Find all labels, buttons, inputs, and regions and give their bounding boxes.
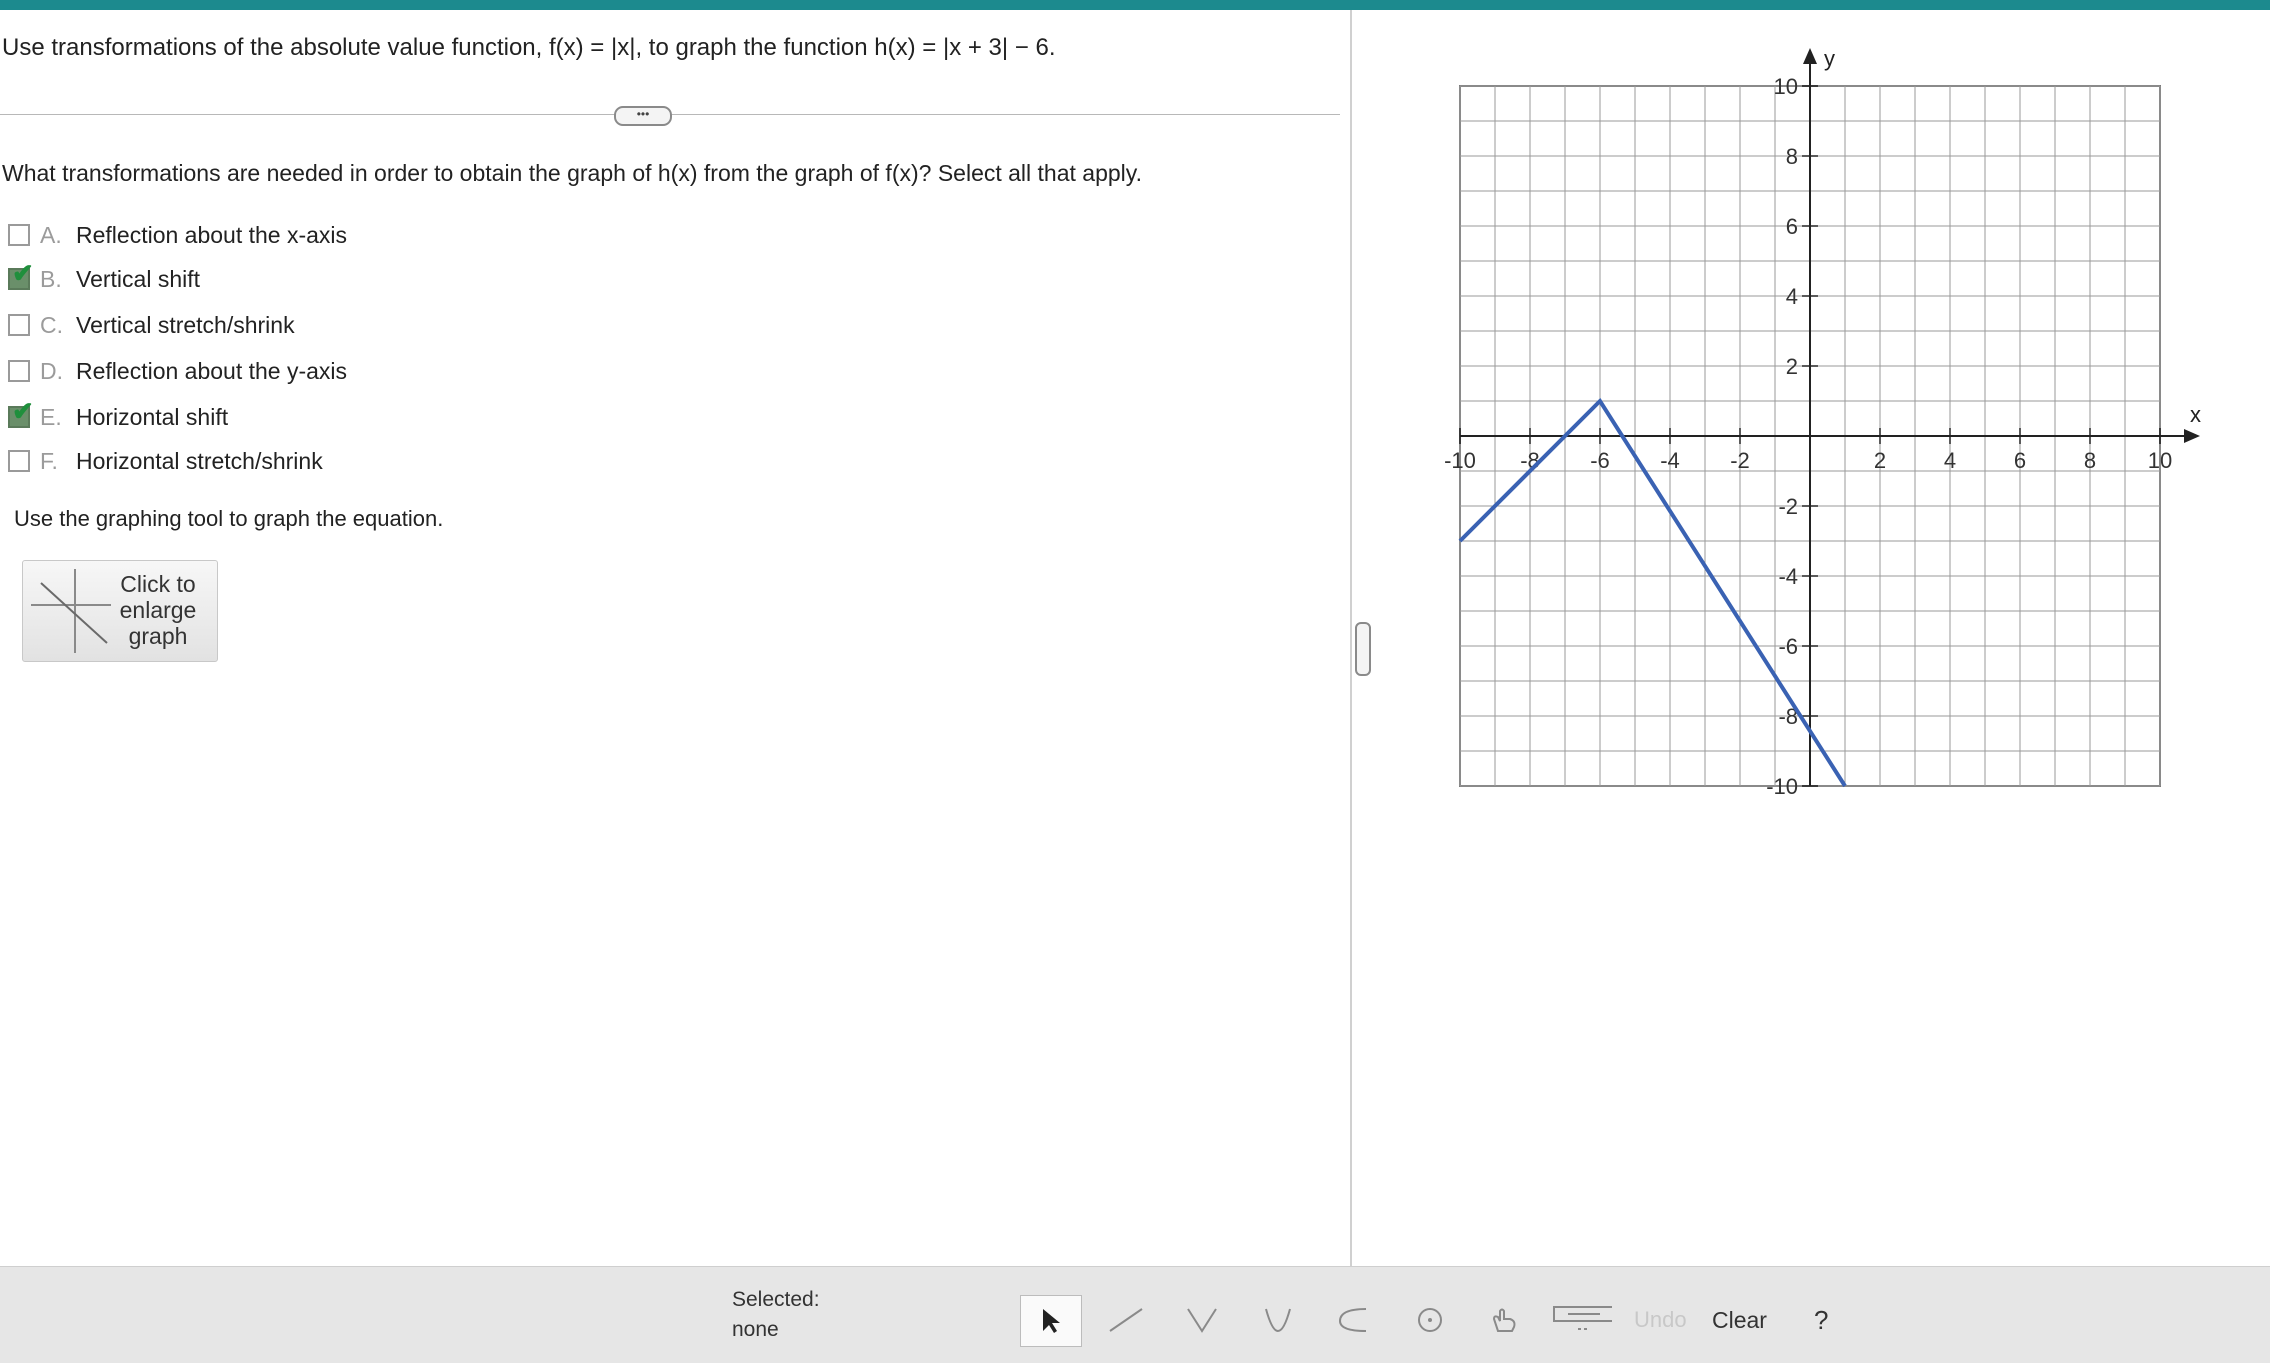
option-c[interactable]: C. Vertical stretch/shrink [8, 308, 295, 342]
option-label: Vertical stretch/shrink [76, 311, 295, 338]
option-b[interactable]: ✔ B. Vertical shift [8, 260, 200, 296]
y-tick-label: 10 [1774, 74, 1798, 99]
coordinate-graph[interactable]: xy-10 -8 -6 -4 -2 2 4 6 8 10108642-2-4-6-8-10 [1420, 40, 2240, 840]
option-label: Horizontal shift [76, 403, 229, 430]
x-tick-label: 6 [2014, 448, 2026, 473]
graphing-toolbar: Selected: none Undo Clear ? [0, 1266, 2270, 1363]
tools-menu-button[interactable] [1552, 1295, 1612, 1345]
undo-button[interactable]: Undo [1634, 1307, 1687, 1333]
x-tick-label: -4 [1660, 448, 1680, 473]
clear-button[interactable]: Clear [1712, 1307, 1767, 1334]
checkbox-c[interactable] [8, 314, 30, 336]
half-curve-icon [1338, 1308, 1367, 1332]
option-label: Horizontal stretch/shrink [76, 447, 323, 474]
line-icon [1109, 1308, 1143, 1332]
x-tick-label: -6 [1590, 448, 1610, 473]
mini-graph-icon [31, 569, 111, 653]
y-tick-label: 4 [1786, 284, 1798, 309]
question-text: Use transformations of the absolute valu… [2, 34, 1056, 61]
checkbox-b[interactable]: ✔ [8, 260, 34, 290]
x-tick-label: 4 [1944, 448, 1956, 473]
v-shape-icon [1187, 1308, 1217, 1333]
x-tick-label: 8 [2084, 448, 2096, 473]
x-tick-label: -10 [1444, 448, 1476, 473]
y-tick-label: 6 [1786, 214, 1798, 239]
y-axis-label: y [1824, 46, 1835, 71]
pane-resize-handle[interactable] [1355, 622, 1371, 676]
y-tick-label: 2 [1786, 354, 1798, 379]
option-label: Vertical shift [76, 265, 200, 292]
option-letter: E. [40, 403, 62, 430]
sqrt-tool[interactable] [1324, 1295, 1384, 1345]
y-tick-label: -10 [1766, 774, 1798, 799]
circle-icon [1418, 1308, 1442, 1332]
y-tick-label: -2 [1778, 494, 1798, 519]
y-tick-label: -4 [1778, 564, 1798, 589]
pointer-tool[interactable] [1020, 1295, 1082, 1347]
parabola-icon [1265, 1308, 1291, 1332]
option-letter: C. [40, 311, 63, 338]
x-tick-label: 2 [1874, 448, 1886, 473]
y-tick-label: -6 [1778, 634, 1798, 659]
option-label: Reflection about the y-axis [76, 357, 348, 384]
pane-divider [1350, 10, 1352, 1276]
parabola-tool[interactable] [1248, 1295, 1308, 1345]
cursor-arrow-icon [1043, 1309, 1060, 1333]
help-button[interactable]: ? [1814, 1305, 1828, 1336]
x-axis-label: x [2190, 402, 2201, 427]
option-letter: A. [40, 221, 62, 248]
selected-label: Selected: [732, 1288, 820, 1311]
option-letter: B. [40, 265, 62, 292]
question-pane: Use transformations of the absolute valu… [0, 10, 1362, 1260]
x-axis-arrow-icon [2184, 429, 2200, 443]
instruction-text: Use the graphing tool to graph the equat… [14, 506, 444, 531]
x-tick-label: 10 [2148, 448, 2172, 473]
checkbox-f[interactable] [8, 450, 30, 472]
option-letter: F. [40, 447, 58, 474]
enlarge-graph-button[interactable]: Click to enlarge graph [22, 560, 218, 662]
checkbox-e[interactable]: ✔ [8, 398, 34, 428]
option-label: Reflection about the x-axis [76, 221, 348, 248]
hand-icon [1492, 1308, 1516, 1332]
enlarge-label: Click to enlarge graph [113, 571, 203, 649]
enlarge-label-line: graph [128, 623, 188, 649]
checkbox-a[interactable] [8, 224, 30, 246]
checkmark-icon: ✔ [12, 396, 34, 426]
y-tick-label: 8 [1786, 144, 1798, 169]
expand-more-button[interactable]: ••• [614, 106, 672, 126]
y-axis-arrow-icon [1803, 48, 1817, 64]
delete-tool[interactable] [1476, 1295, 1536, 1345]
enlarge-label-line: enlarge [119, 597, 197, 623]
option-f[interactable]: F. Horizontal stretch/shrink [8, 444, 323, 478]
option-d[interactable]: D. Reflection about the y-axis [8, 354, 347, 388]
checkbox-d[interactable] [8, 360, 30, 382]
x-tick-label: -2 [1730, 448, 1750, 473]
option-e[interactable]: ✔ E. Horizontal shift [8, 398, 229, 434]
absolute-value-tool[interactable] [1172, 1295, 1232, 1345]
prompt-text: What transformations are needed in order… [2, 160, 1142, 186]
top-accent-strip [0, 0, 2270, 10]
checkmark-icon: ✔ [12, 258, 34, 288]
circle-tool[interactable] [1400, 1295, 1460, 1345]
selected-status: Selected: none [732, 1285, 820, 1345]
option-a[interactable]: A. Reflection about the x-axis [8, 218, 347, 252]
option-letter: D. [40, 357, 63, 384]
selected-value: none [732, 1318, 779, 1341]
enlarge-label-line: Click to [120, 571, 196, 597]
tray-icon [1553, 1306, 1612, 1330]
line-tool[interactable] [1096, 1295, 1156, 1345]
